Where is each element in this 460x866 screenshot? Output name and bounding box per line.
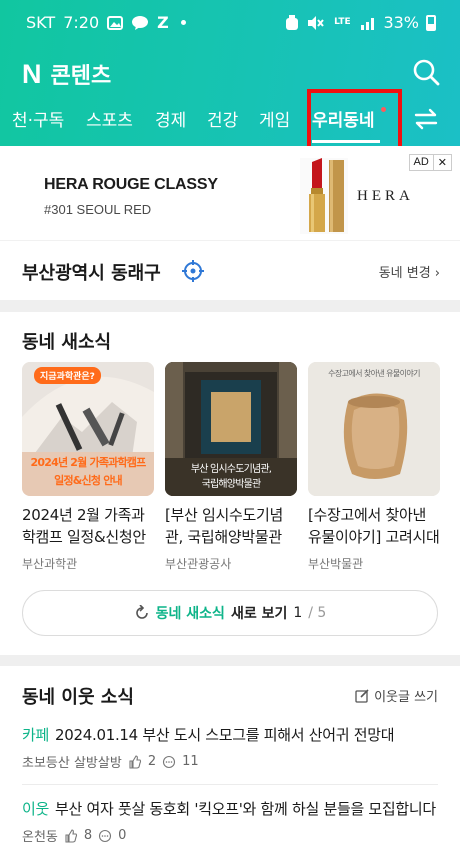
- refresh-label: 새로 보기: [230, 606, 288, 622]
- post-category: 카페: [22, 726, 50, 744]
- write-post-label: 이웃글 쓰기: [374, 690, 438, 705]
- refresh-page: 1: [293, 605, 303, 621]
- search-icon: [413, 59, 440, 86]
- lipstick-image: [300, 158, 348, 234]
- tab-edit-button[interactable]: [414, 108, 438, 130]
- refresh-icon: [135, 605, 148, 619]
- post-category: 이웃: [22, 800, 50, 818]
- tab-economy[interactable]: 경제: [155, 106, 186, 131]
- section-title: 동네 새소식: [22, 332, 112, 353]
- news-thumbnail: 수장고에서 찾아낸 유물이야기: [308, 362, 440, 496]
- like-icon: [65, 828, 77, 843]
- neighbor-post[interactable]: 카페 2024.01.14 부산 도시 스모그를 피해서 산어귀 전망대 초보등산…: [22, 724, 438, 771]
- neighbor-posts-section: 동네 이웃 소식 이웃글 쓰기 카페 2024.01.14 부산 도시 스모그를 …: [0, 666, 460, 866]
- post-author: 초보등산 살방살방: [22, 756, 122, 771]
- naver-logo: N: [22, 58, 41, 89]
- neighborhood-news-section: 동네 새소식 지금과학관은? 2024년 2월 가족과학캠프 일정&신청 안내 …: [0, 312, 460, 655]
- edit-icon: [355, 689, 369, 703]
- news-thumbnail: 부산 임시수도기념관, 국립해양박물관: [165, 362, 297, 496]
- battery-icon: [426, 14, 436, 31]
- section-title: 동네 이웃 소식: [22, 687, 134, 708]
- page-title: 콘텐츠: [50, 64, 112, 89]
- thumb-caption-2: 국립해양박물관: [201, 479, 262, 490]
- battery-percent: 33%: [383, 13, 419, 32]
- news-card[interactable]: 수장고에서 찾아낸 유물이야기 [수장고에서 찾아낸 유물이야기] 고려시대 항…: [308, 362, 440, 572]
- alarm-icon: [285, 14, 299, 31]
- thumb-caption-2: 일정&신청 안내: [54, 474, 123, 487]
- news-card[interactable]: 부산 임시수도기념관, 국립해양박물관 [부산 임시수도기념관, 국립해양박물관…: [165, 362, 297, 572]
- news-thumbnail: 지금과학관은? 2024년 2월 가족과학캠프 일정&신청 안내: [22, 362, 154, 496]
- location-bar: 부산광역시 동래구 동네 변경 ›: [0, 240, 460, 300]
- change-location-button[interactable]: 동네 변경 ›: [379, 262, 440, 281]
- z-app-icon: Z: [157, 13, 169, 32]
- swap-arrows-icon: [414, 108, 438, 130]
- news-card-title: 2024년 2월 가족과학캠프 일정&신청안내: [22, 506, 146, 546]
- thumb-caption-1: 부산 임시수도기념관,: [190, 464, 272, 475]
- news-card-source: 부산박물관: [308, 557, 364, 571]
- ad-close-icon[interactable]: ✕: [432, 155, 451, 170]
- news-card-title: [부산 임시수도기념관, 국립해양박물관: [165, 506, 284, 546]
- thumb-banner: 지금과학관은?: [34, 367, 101, 384]
- tab-subscribe[interactable]: 천·구독: [12, 106, 64, 131]
- brand: N 콘텐츠: [22, 58, 111, 90]
- like-icon: [129, 754, 141, 769]
- refresh-label-accent: 동네 새소식: [155, 606, 225, 622]
- lte-icon: LTE: [334, 17, 351, 27]
- tab-game[interactable]: 게임: [259, 106, 290, 131]
- location-title: 부산광역시 동래구: [22, 263, 161, 284]
- news-card-source: 부산과학관: [22, 557, 78, 571]
- post-text: 2024.01.14 부산 도시 스모그를 피해서 산어귀 전망대: [55, 726, 395, 744]
- comment-count: 0: [118, 828, 127, 843]
- ad-badge: AD ✕: [408, 154, 452, 171]
- notification-dot-icon: [180, 20, 186, 25]
- comment-icon: [99, 829, 112, 842]
- search-button[interactable]: [412, 58, 440, 86]
- news-card-source: 부산관광공사: [165, 557, 232, 571]
- ad-label: AD: [413, 156, 429, 168]
- thumb-caption-1: 2024년 2월 가족과학캠프: [30, 456, 147, 469]
- news-card[interactable]: 지금과학관은? 2024년 2월 가족과학캠프 일정&신청 안내 2024년 2…: [22, 362, 154, 572]
- like-count: 8: [83, 828, 93, 843]
- comment-count: 11: [182, 754, 199, 769]
- status-bar: SKT 7:20 Z LTE 33%: [0, 0, 460, 48]
- comment-icon: [163, 755, 176, 768]
- signal-icon: [360, 16, 376, 30]
- ad-banner[interactable]: HERA ROUGE CLASSY #301 SEOUL RED HERA AD…: [0, 146, 460, 240]
- ad-brand: HERA: [357, 188, 414, 204]
- mute-icon: [306, 15, 325, 31]
- post-text: 부산 여자 풋살 동호회 '킥오프'와 함께 하실 분들을 모집합니다: [55, 800, 436, 818]
- ad-subtitle: #301 SEOUL RED: [44, 202, 152, 217]
- gallery-icon: [107, 15, 124, 30]
- carrier-label: SKT: [26, 13, 56, 32]
- gps-target-icon[interactable]: [182, 260, 204, 282]
- tab-sports[interactable]: 스포츠: [86, 106, 133, 131]
- neighbor-post[interactable]: 이웃 부산 여자 풋살 동호회 '킥오프'와 함께 하실 분들을 모집합니다 온천…: [22, 798, 438, 845]
- ad-title: HERA ROUGE CLASSY: [44, 176, 218, 193]
- refresh-news-button[interactable]: 동네 새소식 새로 보기 1 / 5: [22, 590, 438, 636]
- clock: 7:20: [63, 13, 100, 32]
- talk-icon: [131, 15, 149, 30]
- tab-health[interactable]: 건강: [207, 106, 238, 131]
- like-count: 2: [147, 754, 157, 769]
- post-author: 온천동: [22, 830, 58, 845]
- post-divider: [22, 784, 438, 785]
- refresh-total: / 5: [308, 605, 327, 621]
- thumb-header: 수장고에서 찾아낸 유물이야기: [328, 369, 420, 378]
- news-card-title: [수장고에서 찾아낸 유물이야기] 고려시대 항아리: [308, 506, 440, 546]
- write-post-button[interactable]: 이웃글 쓰기: [355, 686, 438, 705]
